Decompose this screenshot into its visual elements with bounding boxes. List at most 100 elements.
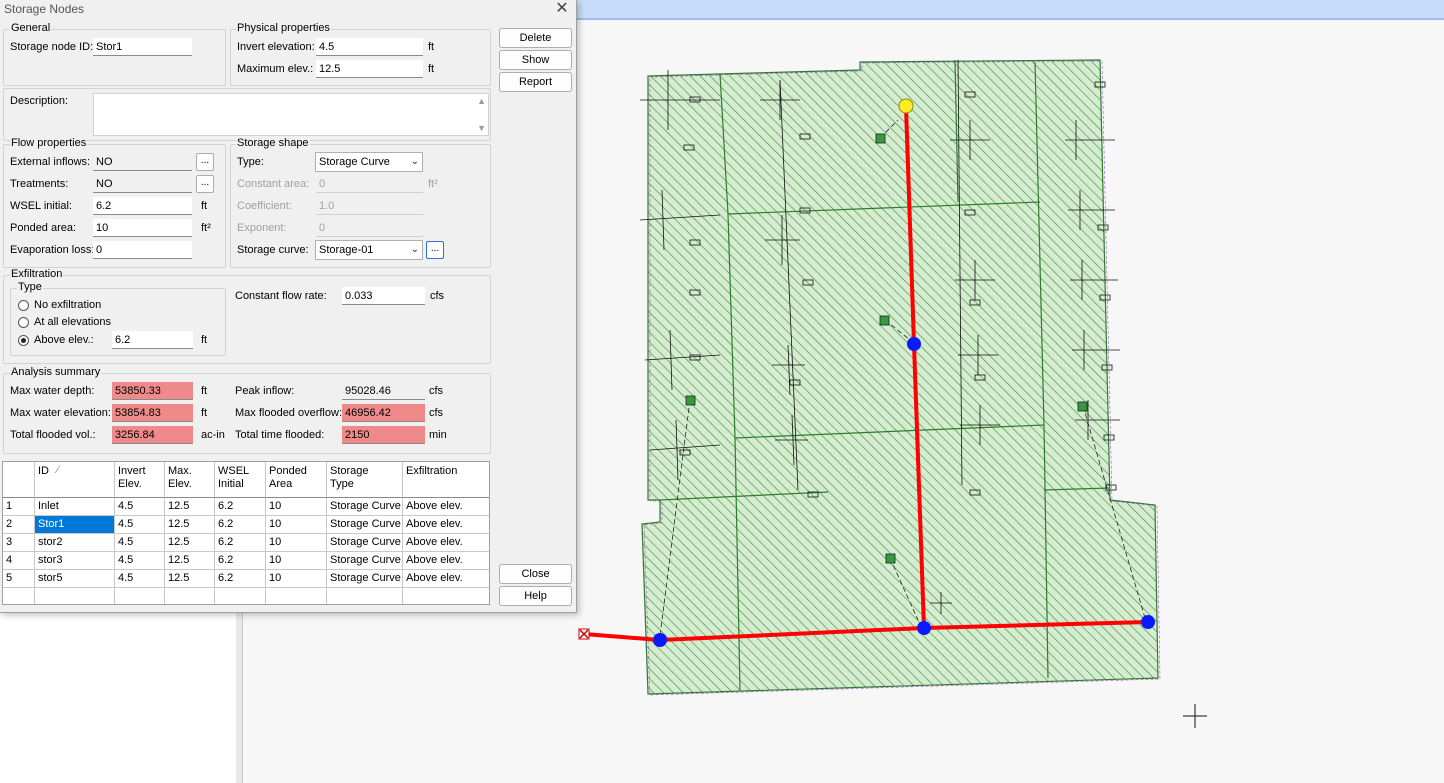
above-elev-label: Above elev.:: [34, 334, 94, 346]
table-cell[interactable]: 12.5: [165, 516, 215, 534]
invert-elevation-field[interactable]: 4.5: [316, 38, 423, 56]
column-header[interactable]: Exfiltration: [403, 462, 489, 498]
empty-table-cell[interactable]: [403, 588, 489, 604]
close-button[interactable]: Close: [499, 564, 572, 584]
constant-area-field[interactable]: 0: [316, 175, 423, 193]
help-button[interactable]: Help: [499, 586, 572, 606]
table-cell[interactable]: Above elev.: [403, 516, 489, 534]
table-cell[interactable]: Above elev.: [403, 534, 489, 552]
table-cell[interactable]: 12.5: [165, 498, 215, 516]
empty-table-cell[interactable]: [215, 588, 266, 604]
empty-table-cell[interactable]: [115, 588, 165, 604]
above-elev-field[interactable]: 6.2: [112, 331, 193, 349]
coefficient-label: Coefficient:: [237, 200, 292, 212]
table-cell[interactable]: Storage Curve: [327, 498, 403, 516]
treatments-button[interactable]: ...: [196, 175, 214, 193]
column-header[interactable]: WSEL Initial: [215, 462, 266, 498]
external-inflows-button[interactable]: ...: [196, 153, 214, 171]
table-cell[interactable]: 4.5: [115, 534, 165, 552]
max-flooded-overflow-label: Max flooded overflow:: [235, 407, 342, 419]
exponent-field[interactable]: 0: [316, 219, 423, 237]
scroll-down-icon[interactable]: ▼: [477, 123, 486, 133]
table-cell[interactable]: Storage Curve: [327, 534, 403, 552]
row-number[interactable]: 4: [3, 552, 35, 570]
table-cell[interactable]: 10: [266, 498, 327, 516]
table-cell[interactable]: Inlet: [35, 498, 115, 516]
row-number[interactable]: [3, 588, 35, 604]
table-cell[interactable]: 12.5: [165, 534, 215, 552]
column-header[interactable]: Ponded Area: [266, 462, 327, 498]
max-water-depth-label: Max water depth:: [10, 385, 95, 397]
peak-inflow-label: Peak inflow:: [235, 385, 295, 397]
table-cell[interactable]: 10: [266, 570, 327, 588]
outfall-icon[interactable]: [578, 628, 590, 640]
empty-table-cell[interactable]: [35, 588, 115, 604]
column-header-line1: Max.: [168, 465, 192, 477]
empty-table-cell[interactable]: [165, 588, 215, 604]
wsel-initial-field[interactable]: 6.2: [93, 197, 192, 215]
table-cell[interactable]: 6.2: [215, 552, 266, 570]
table-cell[interactable]: 4.5: [115, 570, 165, 588]
table-cell[interactable]: 10: [266, 534, 327, 552]
row-number[interactable]: 1: [3, 498, 35, 516]
table-cell[interactable]: 12.5: [165, 552, 215, 570]
scroll-up-icon[interactable]: ▲: [477, 96, 486, 106]
table-cell[interactable]: 4.5: [115, 516, 165, 534]
above-elev-radio[interactable]: [18, 335, 29, 346]
treatments-field[interactable]: NO: [93, 175, 192, 193]
time-unit: min: [429, 429, 447, 441]
row-number[interactable]: 5: [3, 570, 35, 588]
table-cell[interactable]: stor3: [35, 552, 115, 570]
delete-button[interactable]: Delete: [499, 28, 572, 48]
table-cell[interactable]: 4.5: [115, 498, 165, 516]
table-cell[interactable]: stor2: [35, 534, 115, 552]
table-cell[interactable]: 4.5: [115, 552, 165, 570]
table-cell[interactable]: 12.5: [165, 570, 215, 588]
report-button[interactable]: Report: [499, 72, 572, 92]
empty-table-cell[interactable]: [266, 588, 327, 604]
shape-type-select[interactable]: Storage Curve ⌄: [315, 152, 423, 172]
storage-nodes-table[interactable]: ID ⁄ Invert Elev. Max. Elev. WSEL Initial Ponded…: [2, 461, 490, 605]
maximum-elev-field[interactable]: 12.5: [316, 60, 423, 78]
close-icon[interactable]: ✕: [552, 0, 572, 18]
table-cell[interactable]: 6.2: [215, 570, 266, 588]
no-exfiltration-radio[interactable]: [18, 300, 29, 311]
exfiltration-type-title: Type: [17, 281, 43, 293]
ponded-area-field[interactable]: 10: [93, 219, 192, 237]
row-number[interactable]: 2: [3, 516, 35, 534]
table-cell[interactable]: Above elev.: [403, 552, 489, 570]
table-cell[interactable]: 6.2: [215, 516, 266, 534]
description-textarea[interactable]: ▲ ▼: [93, 93, 489, 136]
table-cell[interactable]: stor5: [35, 570, 115, 588]
coefficient-field[interactable]: 1.0: [316, 197, 423, 215]
empty-table-cell[interactable]: [327, 588, 403, 604]
table-cell[interactable]: Storage Curve: [327, 552, 403, 570]
table-cell[interactable]: Above elev.: [403, 570, 489, 588]
table-cell[interactable]: Storage Curve: [327, 516, 403, 534]
column-header[interactable]: ID ⁄: [35, 462, 115, 498]
column-header[interactable]: Invert Elev.: [115, 462, 165, 498]
constant-flow-rate-field[interactable]: 0.033: [342, 287, 425, 305]
show-button[interactable]: Show: [499, 50, 572, 70]
storage-node-id-field[interactable]: Stor1: [93, 38, 192, 56]
subcatchment-area[interactable]: [641, 59, 1161, 696]
table-cell[interactable]: 6.2: [215, 534, 266, 552]
external-inflows-field[interactable]: NO: [93, 153, 192, 171]
column-header[interactable]: Storage Type: [327, 462, 403, 498]
table-cell[interactable]: Storage Curve: [327, 570, 403, 588]
column-header[interactable]: Max. Elev.: [165, 462, 215, 498]
table-cell[interactable]: Above elev.: [403, 498, 489, 516]
table-cell[interactable]: 6.2: [215, 498, 266, 516]
storage-curve-select[interactable]: Storage-01 ⌄: [315, 240, 423, 260]
constant-area-unit: ft²: [428, 178, 438, 190]
row-number[interactable]: 3: [3, 534, 35, 552]
storage-curve-edit-button[interactable]: ...: [426, 241, 444, 259]
evaporation-loss-field[interactable]: 0: [93, 241, 192, 259]
all-elevations-radio[interactable]: [18, 317, 29, 328]
column-header-line1: WSEL: [218, 465, 250, 477]
table-cell[interactable]: 10: [266, 552, 327, 570]
table-cell[interactable]: Stor1: [35, 516, 115, 534]
treatments-label: Treatments:: [10, 178, 69, 190]
table-cell[interactable]: 10: [266, 516, 327, 534]
selected-node-icon[interactable]: [898, 98, 914, 114]
